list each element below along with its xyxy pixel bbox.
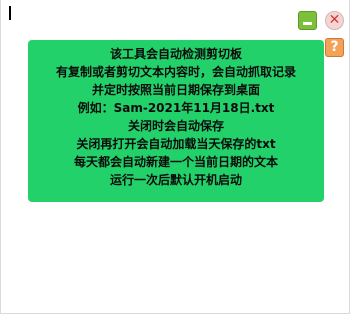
help-button[interactable]: ?: [325, 38, 344, 57]
minimize-button[interactable]: [298, 11, 317, 30]
info-line: 有复制或者剪切文本内容时，会自动抓取记录: [55, 65, 296, 79]
info-line: 运行一次后默认开机启动: [109, 173, 242, 187]
info-line: 并定时按照当前日期保存到桌面: [91, 83, 260, 97]
app-window: ✕ ? 该工具会自动检测剪切板 有复制或者剪切文本内容时，会自动抓取记录 并定时…: [0, 0, 350, 314]
info-line: 关闭再打开会自动加载当天保存的txt: [76, 137, 276, 151]
info-line: 每天都会自动新建一个当前日期的文本: [73, 155, 278, 169]
info-line: 关闭时会自动保存: [127, 119, 224, 133]
close-button[interactable]: ✕: [325, 11, 344, 30]
info-panel: 该工具会自动检测剪切板 有复制或者剪切文本内容时，会自动抓取记录 并定时按照当前…: [28, 40, 324, 202]
minimize-icon: [303, 22, 312, 25]
info-line: 例如：Sam-2021年11月18日.txt: [77, 101, 275, 115]
info-line: 该工具会自动检测剪切板: [109, 47, 242, 61]
close-icon: ✕: [328, 12, 341, 28]
text-cursor: [9, 6, 11, 20]
help-icon: ?: [330, 39, 339, 55]
